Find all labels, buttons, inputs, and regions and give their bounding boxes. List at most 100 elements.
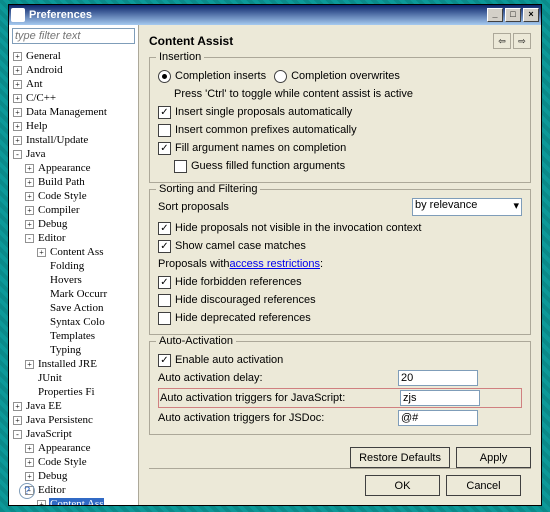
tree-toggle-icon[interactable]: +	[25, 220, 34, 229]
js-triggers-input[interactable]	[400, 390, 480, 406]
tree-toggle-icon[interactable]: +	[13, 52, 22, 61]
tree-item[interactable]: +Appearance	[11, 441, 136, 455]
hide-invisible-check[interactable]: ✓	[158, 222, 171, 235]
tree-toggle-icon[interactable]: +	[13, 402, 22, 411]
tree-item[interactable]: Syntax Colo	[11, 315, 136, 329]
tree-item[interactable]: -Java	[11, 147, 136, 161]
hide-deprecated-check[interactable]	[158, 312, 171, 325]
tree-item[interactable]: +General	[11, 49, 136, 63]
tree-item[interactable]: +Install/Update	[11, 133, 136, 147]
fill-args-check[interactable]: ✓	[158, 142, 171, 155]
tree-item[interactable]: +C/C++	[11, 91, 136, 105]
tree-toggle-icon[interactable]: +	[13, 416, 22, 425]
completion-overwrites-radio[interactable]	[274, 70, 287, 83]
close-button[interactable]: ×	[523, 8, 539, 22]
restore-defaults-button[interactable]: Restore Defaults	[350, 447, 450, 468]
tree-toggle-icon[interactable]: +	[13, 66, 22, 75]
tree-item[interactable]: +Data Management	[11, 105, 136, 119]
tree-label: Folding	[49, 260, 85, 272]
back-button[interactable]: ⇦	[493, 33, 511, 49]
tree-toggle-icon[interactable]: +	[25, 444, 34, 453]
tree-toggle-icon[interactable]: +	[25, 178, 34, 187]
tree-item[interactable]: +Content Ass	[11, 245, 136, 259]
enable-auto-check[interactable]: ✓	[158, 354, 171, 367]
tree-item[interactable]: Properties Fi	[11, 385, 136, 399]
tree-item[interactable]: Hovers	[11, 273, 136, 287]
tree-toggle-icon[interactable]: -	[13, 430, 22, 439]
tree-toggle-icon[interactable]: +	[13, 94, 22, 103]
tree-label: Typing	[49, 344, 82, 356]
tree-item[interactable]: Templates	[11, 329, 136, 343]
tree-label: Java Persistenc	[25, 414, 94, 426]
tree-item[interactable]: +Appearance	[11, 161, 136, 175]
ok-button[interactable]: OK	[365, 475, 440, 496]
tree-toggle-icon[interactable]: +	[37, 500, 46, 506]
tree-item[interactable]: Folding	[11, 259, 136, 273]
insert-single-check[interactable]: ✓	[158, 106, 171, 119]
tree-item[interactable]: +Help	[11, 119, 136, 133]
maximize-button[interactable]: □	[505, 8, 521, 22]
tree-toggle-icon[interactable]: +	[25, 206, 34, 215]
tree-label: Content Ass	[49, 246, 104, 258]
js-triggers-row: Auto activation triggers for JavaScript:	[158, 388, 522, 408]
tree-toggle-icon[interactable]: -	[13, 150, 22, 159]
tree-toggle-icon[interactable]: +	[25, 458, 34, 467]
tree-item[interactable]: Save Action	[11, 301, 136, 315]
tree-label: Save Action	[49, 302, 104, 314]
tree-item[interactable]: +Android	[11, 63, 136, 77]
camelcase-check[interactable]: ✓	[158, 240, 171, 253]
tree-item[interactable]: +Debug	[11, 217, 136, 231]
tree-item[interactable]: +Installed JRE	[11, 357, 136, 371]
tree-item[interactable]: +Debug	[11, 469, 136, 483]
group-legend: Sorting and Filtering	[156, 183, 260, 195]
tree-item[interactable]: +Java Persistenc	[11, 413, 136, 427]
tree-item[interactable]: +Compiler	[11, 203, 136, 217]
tree-toggle-icon[interactable]: +	[37, 248, 46, 257]
tree-toggle-icon[interactable]: +	[25, 164, 34, 173]
completion-inserts-radio[interactable]	[158, 70, 171, 83]
tree-toggle-icon[interactable]: +	[13, 80, 22, 89]
tree-item[interactable]: Mark Occurr	[11, 287, 136, 301]
tree-label: Java EE	[25, 400, 63, 412]
tree-item[interactable]: -JavaScript	[11, 427, 136, 441]
auto-activation-group: Auto-Activation ✓Enable auto activation …	[149, 341, 531, 435]
tree-item[interactable]: +Build Path	[11, 175, 136, 189]
tree-toggle-icon[interactable]: -	[25, 234, 34, 243]
tree-label: Java	[25, 148, 47, 160]
tree-toggle-icon[interactable]: +	[25, 472, 34, 481]
apply-button[interactable]: Apply	[456, 447, 531, 468]
minimize-button[interactable]: _	[487, 8, 503, 22]
insert-prefix-check[interactable]	[158, 124, 171, 137]
sort-select[interactable]: by relevance	[412, 198, 522, 216]
access-restrictions-link[interactable]: access restrictions	[230, 258, 320, 270]
preferences-tree[interactable]: +General+Android+Ant+C/C+++Data Manageme…	[9, 47, 138, 505]
filter-input[interactable]	[12, 28, 135, 44]
tree-item[interactable]: +Java EE	[11, 399, 136, 413]
guess-args-check[interactable]	[174, 160, 187, 173]
sidebar: +General+Android+Ant+C/C+++Data Manageme…	[9, 25, 139, 505]
tree-toggle-icon[interactable]: +	[13, 108, 22, 117]
tree-toggle-icon[interactable]: +	[13, 122, 22, 131]
insertion-group: Insertion Completion inserts Completion …	[149, 57, 531, 183]
tree-item[interactable]: +Ant	[11, 77, 136, 91]
tree-toggle-icon[interactable]: +	[25, 192, 34, 201]
tree-item[interactable]: JUnit	[11, 371, 136, 385]
tree-item[interactable]: Typing	[11, 343, 136, 357]
cancel-button[interactable]: Cancel	[446, 475, 521, 496]
tree-label: Editor	[37, 484, 67, 496]
tree-toggle-icon[interactable]: +	[13, 136, 22, 145]
tree-item[interactable]: -Editor	[11, 231, 136, 245]
tree-item[interactable]: +Code Style	[11, 189, 136, 203]
tree-item[interactable]: +Code Style	[11, 455, 136, 469]
jsdoc-triggers-input[interactable]	[398, 410, 478, 426]
hide-forbidden-check[interactable]: ✓	[158, 276, 171, 289]
tree-toggle-icon[interactable]: +	[25, 360, 34, 369]
group-legend: Auto-Activation	[156, 335, 236, 347]
hide-discouraged-check[interactable]	[158, 294, 171, 307]
tree-label: Code Style	[37, 190, 88, 202]
tree-label: JavaScript	[25, 428, 73, 440]
delay-input[interactable]	[398, 370, 478, 386]
forward-button[interactable]: ⇨	[513, 33, 531, 49]
tree-label: Hovers	[49, 274, 83, 286]
main-panel: Content Assist ⇦ ⇨ Insertion Completion …	[139, 25, 541, 505]
